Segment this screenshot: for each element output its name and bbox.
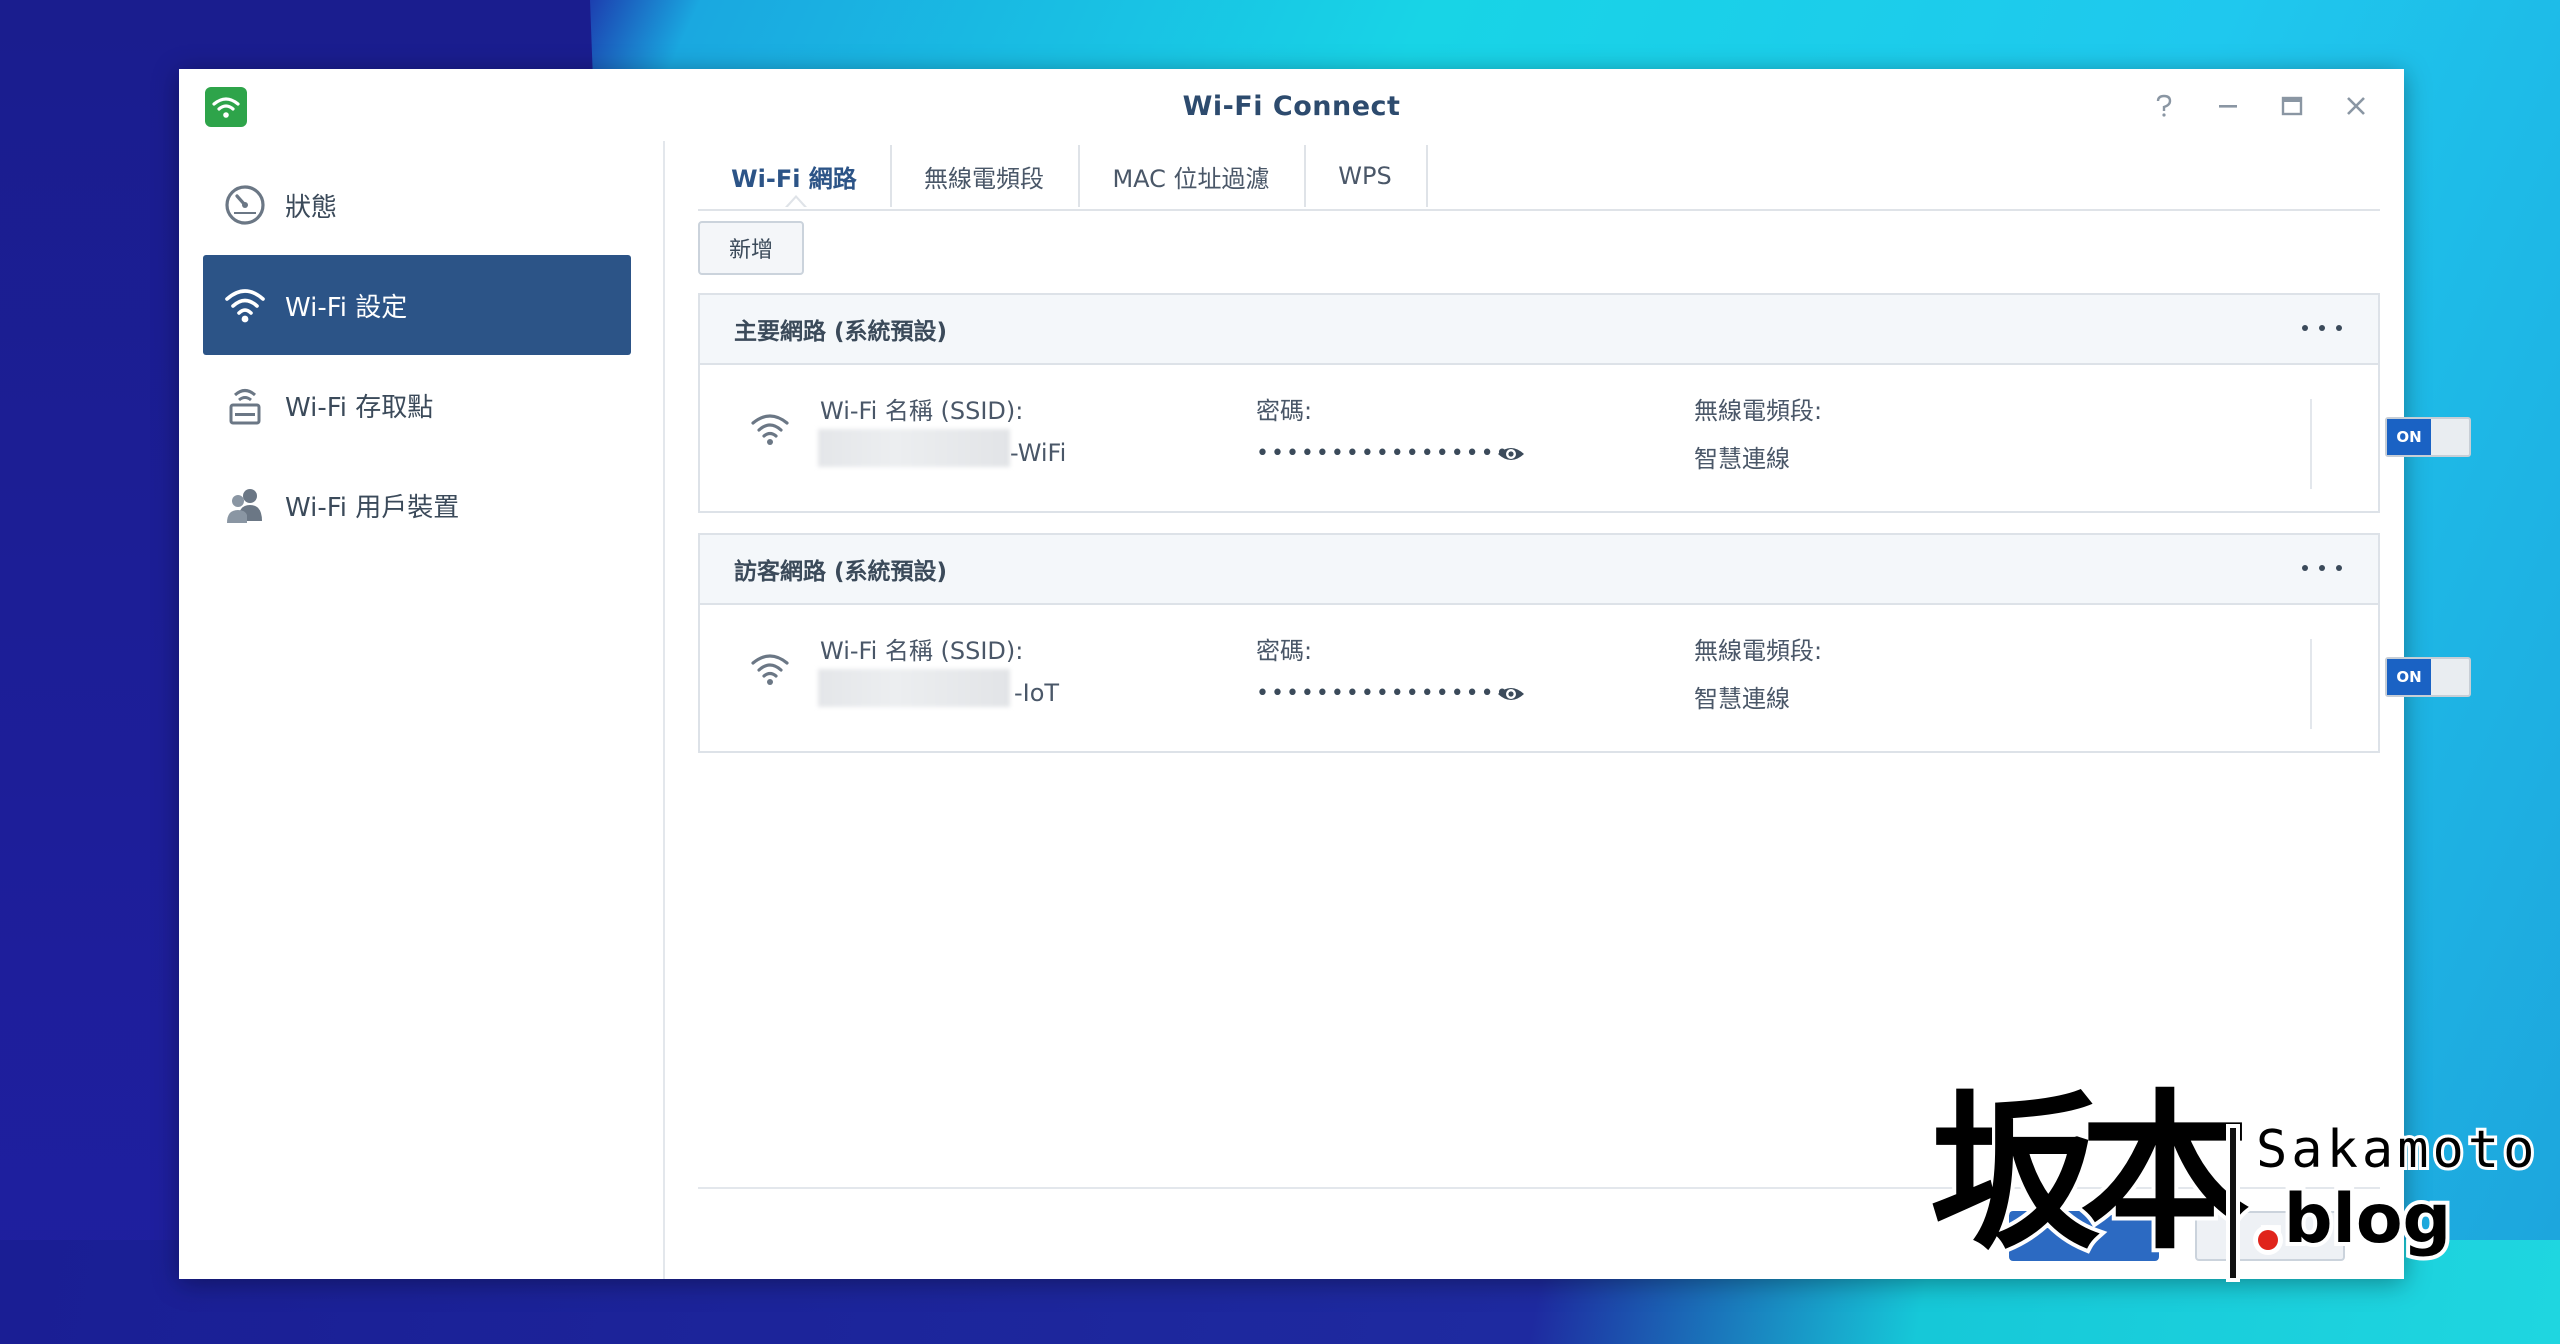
ssid-value: -IoT [1014,679,1060,707]
panel-title: 主要網路 (系統預設) [734,319,948,345]
tab-radio-band[interactable]: 無線電頻段 [890,145,1080,207]
watermark-divider [2230,1128,2236,1278]
sidebar-item-wifi-settings[interactable]: Wi-Fi 設定 [203,255,631,355]
maximize-icon[interactable] [2275,89,2309,123]
ssid-value: -WiFi [1010,439,1067,467]
ssid-label: Wi-Fi 名稱 (SSID): [820,637,1024,665]
band-value: 智慧連線 [1694,685,1790,713]
active-tab-pointer [785,195,807,208]
sidebar-item-label: Wi-Fi 用戶裝置 [285,492,460,523]
show-password-eye-icon[interactable] [1496,442,1526,466]
wifi-icon [221,281,269,329]
toggle-on-label: ON [2387,659,2431,695]
password-value: ••••••••••••••••• [1256,441,1511,466]
panel-header: 訪客網路 (系統預設) [700,535,2378,605]
tab-wps[interactable]: WPS [1304,145,1428,207]
wifi-signal-icon [750,651,790,691]
watermark-name: Sakamoto [2253,1117,2539,1183]
title-bar: Wi-Fi Connect [179,69,2404,141]
password-value: ••••••••••••••••• [1256,681,1511,706]
sidebar-item-access-points[interactable]: Wi-Fi 存取點 [203,355,631,455]
watermark-red-dot [2258,1230,2278,1250]
more-options-icon[interactable] [2302,553,2342,583]
password-label: 密碼: [1256,637,1313,665]
blog-watermark: 坂本 Sakamoto .blog [1926,1073,2537,1318]
sidebar-item-status[interactable]: 狀態 [203,155,631,255]
sidebar-item-client-devices[interactable]: Wi-Fi 用戶裝置 [203,455,631,555]
window-title: Wi-Fi Connect [1182,91,1401,122]
network-toggle[interactable]: ON [2385,657,2471,697]
help-icon[interactable] [2147,89,2181,123]
divider [2310,639,2312,729]
sidebar-item-label: Wi-Fi 存取點 [285,392,434,423]
network-toggle[interactable]: ON [2385,417,2471,457]
gauge-icon [221,181,269,229]
wifi-signal-icon [750,411,790,451]
router-icon [221,381,269,429]
users-icon [221,481,269,529]
tab-mac-filter[interactable]: MAC 位址過濾 [1078,145,1306,207]
panel-header: 主要網路 (系統預設) [700,295,2378,365]
panel-body: Wi-Fi 名稱 (SSID): -WiFi 密碼: •••••••••••••… [700,365,2471,511]
tab-bar: Wi-Fi 網路 無線電頻段 MAC 位址過濾 WPS [698,145,2380,211]
band-label: 無線電頻段: [1694,397,1823,425]
divider [2310,399,2312,489]
ssid-label: Wi-Fi 名稱 (SSID): [820,397,1024,425]
password-label: 密碼: [1256,397,1313,425]
sidebar-item-label: Wi-Fi 設定 [285,292,408,323]
toggle-on-label: ON [2387,419,2431,455]
ssid-redacted [818,669,1010,707]
network-panel-primary: 主要網路 (系統預設) Wi-Fi 名稱 (SSID): -WiFi 密碼: •… [698,293,2471,513]
watermark-kanji: 坂本 [1926,1073,2254,1273]
panel-body: Wi-Fi 名稱 (SSID): -IoT 密碼: ••••••••••••••… [700,605,2471,751]
panel-title: 訪客網路 (系統預設) [734,559,948,585]
band-label: 無線電頻段: [1694,637,1823,665]
sidebar: 狀態 Wi-Fi 設定 Wi-Fi 存取點 Wi-Fi 用戶裝置 [179,141,665,1279]
show-password-eye-icon[interactable] [1496,682,1526,706]
band-value: 智慧連線 [1694,445,1790,473]
sidebar-item-label: 狀態 [285,192,338,223]
ssid-redacted [818,429,1010,467]
more-options-icon[interactable] [2302,313,2342,343]
network-panel-guest: 訪客網路 (系統預設) Wi-Fi 名稱 (SSID): -IoT 密碼: ••… [698,533,2471,753]
add-button[interactable]: 新增 [698,221,804,275]
minimize-icon[interactable] [2211,89,2245,123]
close-icon[interactable] [2339,89,2373,123]
watermark-domain: .blog [2254,1176,2455,1263]
